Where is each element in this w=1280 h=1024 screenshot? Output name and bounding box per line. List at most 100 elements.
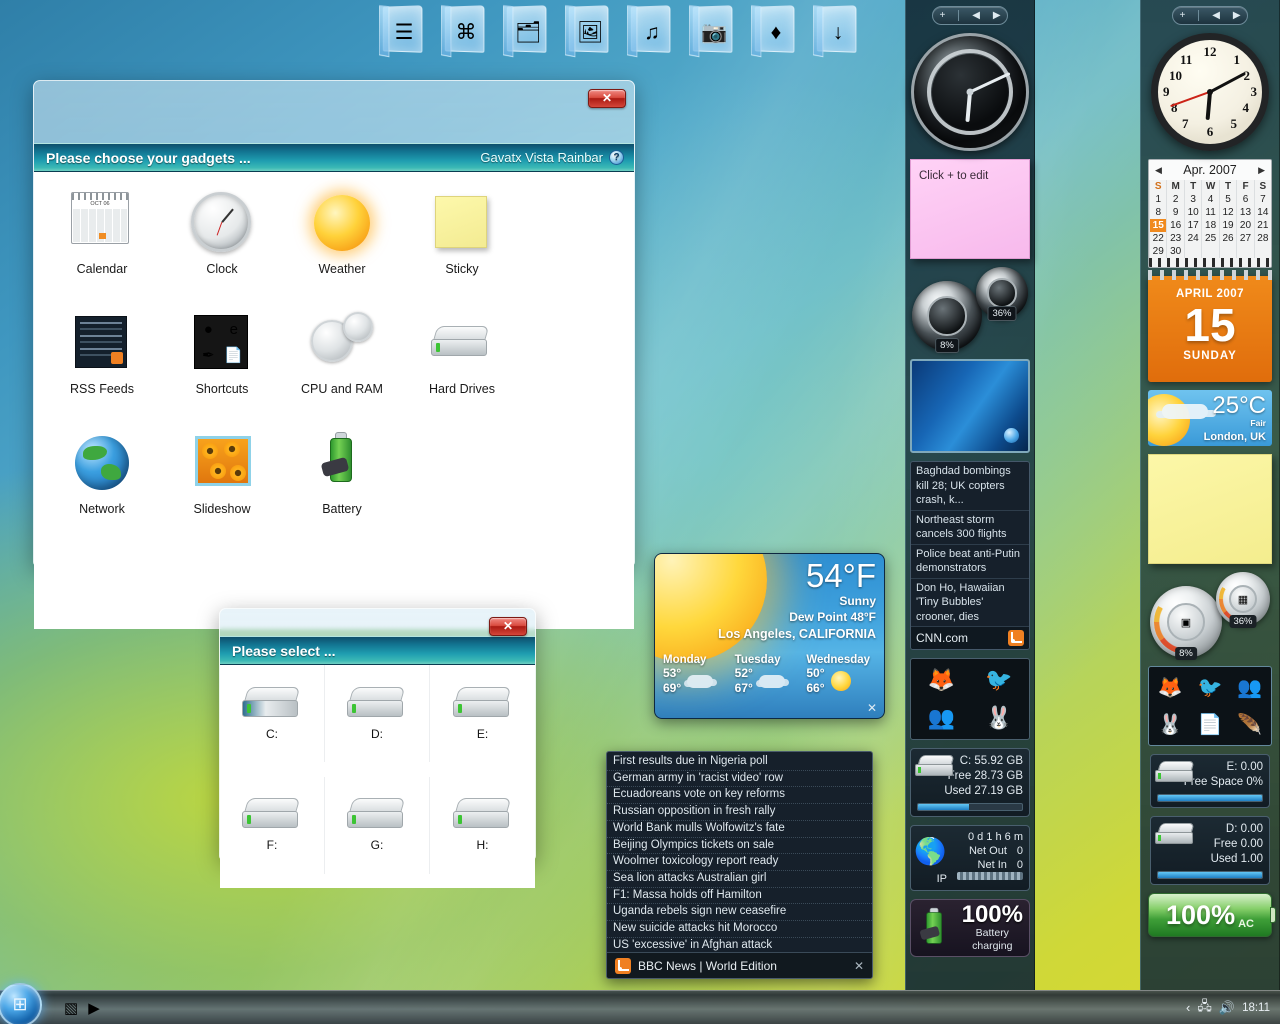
- drive-gadget-c[interactable]: C: 55.92 GB Free 28.73 GB Used 27.19 GB: [910, 748, 1030, 817]
- gadget-item-sticky[interactable]: Sticky: [402, 186, 522, 306]
- calendar-day[interactable]: [1201, 245, 1220, 258]
- calendar-day[interactable]: [1236, 245, 1255, 258]
- list-item[interactable]: Uganda rebels sign new ceasefire: [607, 904, 872, 922]
- list-item[interactable]: Northeast storm cancels 300 flights: [911, 511, 1029, 545]
- calendar-day[interactable]: 18: [1201, 219, 1220, 232]
- calendar-day[interactable]: 19: [1218, 219, 1237, 232]
- clock-label[interactable]: 18:11: [1242, 1002, 1270, 1014]
- close-icon[interactable]: ✕: [867, 701, 877, 715]
- weather-gadget[interactable]: 54°F Sunny Dew Point 48°F Los Angeles, C…: [654, 553, 885, 719]
- list-item[interactable]: Police beat anti-Putin demonstrators: [911, 545, 1029, 579]
- network-icon[interactable]: 🖧: [1197, 997, 1212, 1019]
- calendar-day[interactable]: 5: [1218, 193, 1237, 206]
- bbc-rss-gadget[interactable]: First results due in Nigeria poll German…: [606, 751, 873, 979]
- calendar-day[interactable]: 27: [1236, 232, 1255, 245]
- add-gadget-button[interactable]: +: [1179, 10, 1185, 21]
- calendar-day[interactable]: 8: [1149, 206, 1167, 219]
- clock-gadget-analog[interactable]: 12 3 6 9 11 10 1 2 4 5 7 8: [1151, 33, 1269, 151]
- list-item[interactable]: Baghdad bombings kill 28; UK copters cra…: [911, 462, 1029, 511]
- desktop-icon-personal-folder[interactable]: 🗂: [506, 2, 547, 64]
- start-button[interactable]: ⊞: [0, 982, 42, 1024]
- firefox-icon[interactable]: 🦊: [913, 661, 970, 699]
- next-button[interactable]: ▶: [1233, 10, 1241, 21]
- gadget-item-clock[interactable]: Clock: [162, 186, 282, 306]
- gadget-item-network[interactable]: Network: [42, 426, 162, 546]
- gadget-item-battery[interactable]: Battery: [282, 426, 402, 546]
- close-icon[interactable]: ✕: [854, 959, 864, 973]
- calendar-day[interactable]: 11: [1201, 206, 1220, 219]
- gadget-item-calendar[interactable]: OCT 06 Calendar: [42, 186, 162, 306]
- desktop-icon-documents-folder[interactable]: ☰: [382, 2, 423, 64]
- calendar-gadget[interactable]: ◀ Apr. 2007 ▶ S M T W T F S 1 2 3 4 5 6 …: [1148, 159, 1272, 268]
- calendar-day[interactable]: [1253, 245, 1271, 258]
- battery-gadget-right[interactable]: 100% AC: [1148, 893, 1276, 937]
- gadget-item-slideshow[interactable]: Slideshow: [162, 426, 282, 546]
- gadget-item-rss-feeds[interactable]: RSS Feeds: [42, 306, 162, 426]
- gadget-item-cpu-and-ram[interactable]: CPU and RAM: [282, 306, 402, 426]
- calendar-day[interactable]: 29: [1149, 245, 1167, 258]
- prev-month-button[interactable]: ◀: [1155, 165, 1162, 176]
- drive-option-f[interactable]: F:: [220, 776, 325, 874]
- calendar-day[interactable]: 26: [1218, 232, 1237, 245]
- clock-gadget-dark[interactable]: [911, 33, 1029, 151]
- calendar-day[interactable]: 10: [1183, 206, 1202, 219]
- battery-gadget-mid[interactable]: 100% Battery charging: [910, 899, 1030, 957]
- calendar-day[interactable]: 25: [1201, 232, 1220, 245]
- drive-option-d[interactable]: D:: [325, 665, 430, 762]
- messenger-icon[interactable]: 👥: [1230, 669, 1269, 706]
- desktop-icon-video-folder[interactable]: 📷: [692, 2, 733, 64]
- calendar-day[interactable]: 22: [1149, 232, 1167, 245]
- chevron-left-icon[interactable]: ‹: [1186, 1000, 1190, 1015]
- cpu-ram-gadget-mid[interactable]: 8% 36%: [910, 267, 1030, 353]
- calendar-day[interactable]: 17: [1183, 219, 1202, 232]
- media-player-icon[interactable]: ▶: [88, 999, 100, 1017]
- desktop-icon-pictures-folder[interactable]: 🖼: [568, 2, 609, 64]
- desktop-icon-computer-folder[interactable]: ⌘: [444, 2, 485, 64]
- list-item[interactable]: Russian opposition in fresh rally: [607, 804, 872, 821]
- shortcuts-gadget-right[interactable]: 🦊 🐦 👥 🐰 📄 🪶: [1148, 666, 1272, 746]
- calendar-day[interactable]: 20: [1236, 219, 1255, 232]
- gadget-item-shortcuts[interactable]: ● e ✒ 📄 Shortcuts: [162, 306, 282, 426]
- thunderbird-icon[interactable]: 🐦: [1191, 669, 1230, 706]
- rabbit-icon[interactable]: 🐰: [1151, 707, 1190, 744]
- drive-option-e[interactable]: E:: [430, 665, 535, 762]
- gadget-item-hard-drives[interactable]: Hard Drives: [402, 306, 522, 426]
- list-item[interactable]: Don Ho, Hawaiian 'Tiny Bubbles' crooner,…: [911, 579, 1029, 627]
- calendar-day[interactable]: 24: [1183, 232, 1202, 245]
- calendar-day-selected[interactable]: 15: [1149, 219, 1167, 232]
- next-month-button[interactable]: ▶: [1258, 165, 1265, 176]
- calendar-day[interactable]: 30: [1166, 245, 1185, 258]
- calendar-day[interactable]: 6: [1236, 193, 1255, 206]
- calendar-day[interactable]: 12: [1218, 206, 1237, 219]
- calendar-day[interactable]: 13: [1236, 206, 1255, 219]
- next-button[interactable]: ▶: [993, 10, 1001, 21]
- desktop-icon-games-folder[interactable]: ♦: [754, 2, 795, 64]
- slideshow-gadget[interactable]: [910, 359, 1030, 453]
- prev-button[interactable]: ◀: [972, 10, 980, 21]
- drive-option-c[interactable]: C:: [220, 665, 325, 762]
- calendar-day[interactable]: 1: [1149, 193, 1167, 206]
- word-document-icon[interactable]: 📄: [1191, 707, 1230, 744]
- weather-gadget-right[interactable]: 25°C Fair London, UK: [1148, 390, 1272, 446]
- add-gadget-button[interactable]: +: [939, 10, 945, 21]
- date-gadget[interactable]: APRIL 2007 15 SUNDAY: [1148, 270, 1272, 382]
- calendar-day[interactable]: 14: [1253, 206, 1271, 219]
- shortcuts-gadget-mid[interactable]: 🦊 🐦 👥 🐰: [910, 658, 1030, 740]
- show-desktop-icon[interactable]: ▧: [64, 999, 78, 1017]
- list-item[interactable]: German army in 'racist video' row: [607, 771, 872, 788]
- drive-gadget-e[interactable]: E: 0.00 Free Space 0%: [1150, 754, 1270, 808]
- desktop-icon-downloads-folder[interactable]: ↓: [816, 2, 857, 64]
- firefox-icon[interactable]: 🦊: [1151, 669, 1190, 706]
- calendar-day[interactable]: 2: [1166, 193, 1185, 206]
- list-item[interactable]: Woolmer toxicology report ready: [607, 854, 872, 871]
- network-gadget[interactable]: 🌎 0 d 1 h 6 m Net Out 0 Net In 0 IP: [910, 825, 1030, 891]
- volume-icon[interactable]: 🔊: [1219, 1000, 1235, 1016]
- list-item[interactable]: Beijing Olympics tickets on sale: [607, 838, 872, 855]
- drive-option-h[interactable]: H:: [430, 777, 535, 874]
- list-item[interactable]: New suicide attacks hit Morocco: [607, 921, 872, 938]
- calendar-day[interactable]: 7: [1253, 193, 1271, 206]
- messenger-icon[interactable]: 👥: [913, 700, 970, 738]
- calendar-day[interactable]: 16: [1166, 219, 1185, 232]
- feather-editor-icon[interactable]: 🪶: [1230, 707, 1269, 744]
- calendar-day[interactable]: [1183, 245, 1202, 258]
